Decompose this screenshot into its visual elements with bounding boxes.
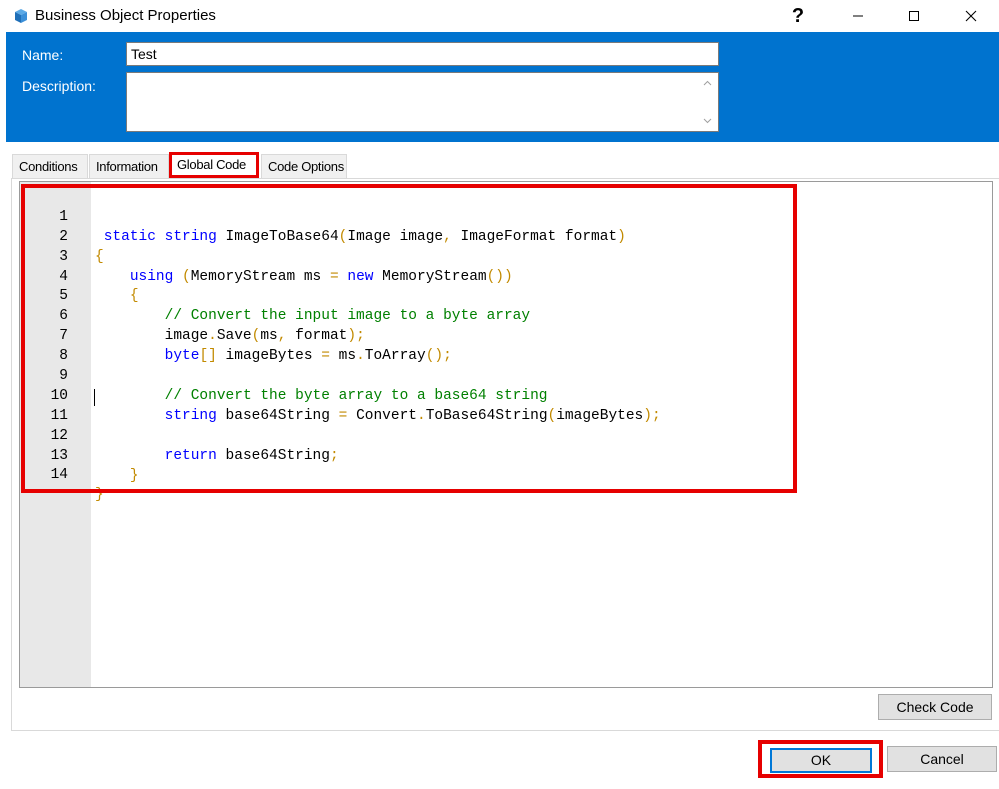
code-line: 5 // Convert the input image to a byte a…	[20, 268, 992, 324]
close-icon	[965, 10, 977, 22]
tab-information[interactable]: Information	[89, 154, 169, 178]
check-code-button[interactable]: Check Code	[878, 694, 992, 720]
code-line: 12 return base64String;	[20, 407, 992, 464]
code-line: 1 static string ImageToBase64(Image imag…	[20, 188, 992, 245]
code-line: 6 image.Save(ms, format);	[20, 287, 992, 344]
code-line: 4 {	[20, 248, 992, 305]
cancel-button[interactable]: Cancel	[887, 746, 997, 772]
text-caret	[94, 389, 95, 406]
scroll-up-icon[interactable]	[701, 77, 714, 90]
business-object-properties-dialog: Business Object Properties ? Name: Descr…	[0, 0, 999, 789]
code-line: 8	[20, 327, 992, 364]
code-text: }	[95, 487, 104, 504]
minimize-icon	[853, 15, 863, 17]
tab-global-code[interactable]: Global Code	[169, 152, 259, 178]
code-line: 13 }	[20, 427, 992, 484]
code-line: 7 byte[] imageBytes = ms.ToArray();	[20, 307, 992, 364]
ok-button[interactable]: OK	[770, 748, 872, 773]
window-title: Business Object Properties	[35, 7, 216, 24]
code-lines: 1 static string ImageToBase64(Image imag…	[20, 188, 992, 503]
maximize-icon	[909, 11, 919, 21]
maximize-button[interactable]	[891, 0, 937, 32]
code-line: 9 // Convert the byte array to a base64 …	[20, 347, 992, 404]
code-editor[interactable]: 1 static string ImageToBase64(Image imag…	[19, 181, 993, 688]
line-number: 14	[50, 467, 68, 484]
title-bar: Business Object Properties ?	[0, 0, 999, 32]
app-icon	[15, 9, 27, 23]
minimize-button[interactable]	[835, 0, 881, 32]
code-line: 10 string base64String = Convert.ToBase6…	[20, 367, 992, 424]
code-line: 11	[20, 387, 992, 424]
ok-highlight-box: OK	[758, 740, 883, 778]
name-label: Name:	[22, 47, 64, 63]
description-scrollbar[interactable]	[697, 73, 718, 131]
description-label: Description:	[22, 78, 96, 94]
code-line: 3 using (MemoryStream ms = new MemoryStr…	[20, 228, 992, 285]
global-code-panel: 1 static string ImageToBase64(Image imag…	[11, 178, 999, 731]
properties-header: Name: Description:	[6, 32, 999, 142]
help-button[interactable]: ?	[775, 0, 821, 32]
tab-conditions[interactable]: Conditions	[12, 154, 88, 178]
code-line: 14 }	[20, 447, 992, 503]
code-line: 2 {	[20, 208, 992, 265]
close-button[interactable]	[948, 0, 994, 32]
scroll-down-icon[interactable]	[701, 114, 714, 127]
tab-code-options[interactable]: Code Options	[261, 154, 347, 178]
description-field[interactable]	[126, 72, 719, 132]
name-field[interactable]	[126, 42, 719, 66]
